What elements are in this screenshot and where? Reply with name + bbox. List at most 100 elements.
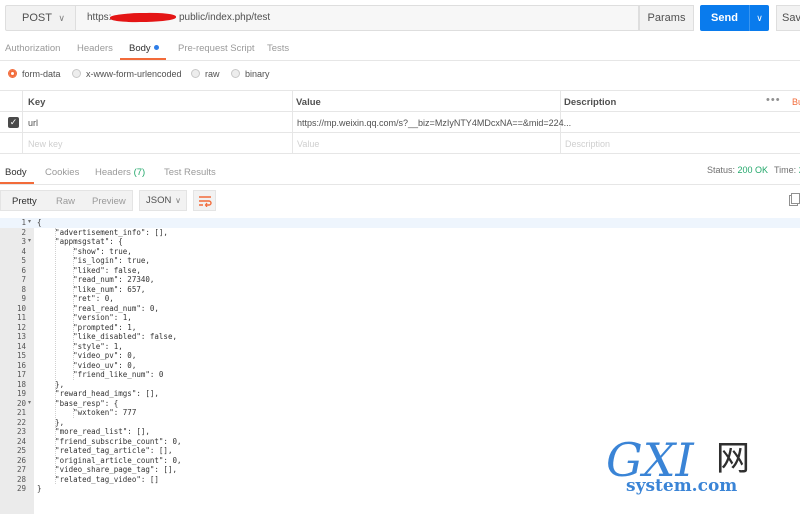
new-description-input[interactable]: Description — [565, 139, 610, 149]
watermark-logo: GXI 网 system.com — [606, 433, 750, 496]
code-line: }, — [37, 379, 65, 389]
indent-guide — [55, 227, 57, 484]
body-type-options: form-data x-www-form-urlencoded raw bina… — [0, 61, 800, 89]
new-value-input[interactable]: Value — [297, 139, 319, 149]
indent-guide — [73, 408, 75, 418]
column-header-key: Key — [28, 97, 46, 108]
view-pretty-button[interactable]: Pretty — [12, 196, 37, 207]
code-line: "related_tag_article": [], — [37, 446, 173, 455]
row-key-input[interactable]: url — [28, 118, 38, 128]
tab-headers[interactable]: Headers — [77, 43, 113, 54]
modified-dot-icon — [153, 45, 159, 50]
row-value-input[interactable]: https://mp.weixin.qq.com/s?__biz=MzIyNTY… — [297, 118, 571, 128]
line-number: 1 — [21, 218, 26, 227]
code-line: "ret": 0, — [37, 294, 114, 303]
line-number: 12 — [16, 322, 26, 332]
radio-icon — [191, 69, 200, 78]
code-line: "video_uv": 0, — [37, 360, 137, 370]
tab-cookies[interactable]: Cookies — [45, 167, 79, 178]
radio-binary[interactable]: binary — [231, 69, 270, 79]
line-number: 10 — [16, 303, 26, 313]
divider — [292, 90, 293, 153]
tab-response-headers[interactable]: Headers (7) — [95, 167, 145, 178]
url-prefix: https: — [87, 12, 112, 23]
tab-label: Headers — [95, 167, 131, 178]
request-tabs: Authorization Headers Body Pre-request S… — [0, 38, 800, 61]
code-line: "prompted": 1, — [37, 322, 137, 332]
more-options-icon[interactable]: ••• — [766, 94, 781, 106]
line-number: 25 — [16, 446, 26, 455]
code-line: } — [37, 484, 42, 493]
divider — [22, 90, 23, 153]
line-number: 18 — [16, 379, 26, 389]
line-number: 19 — [16, 389, 26, 398]
wrap-lines-icon — [199, 196, 212, 207]
tab-test-results[interactable]: Test Results — [164, 167, 216, 178]
radio-form-data[interactable]: form-data — [8, 69, 61, 79]
row-enabled-checkbox[interactable]: ✓ — [8, 117, 19, 128]
method-select[interactable]: POST ∨ — [5, 5, 76, 31]
url-input[interactable]: https: public/index.php/test — [76, 5, 639, 31]
params-button[interactable]: Params — [639, 5, 694, 31]
code-line: "like_disabled": false, — [37, 332, 177, 341]
line-number: 9 — [21, 294, 26, 303]
redaction-mark — [109, 12, 177, 23]
line-number: 15 — [16, 351, 26, 360]
fold-toggle-icon[interactable]: ▾ — [28, 218, 31, 228]
send-options-chevron-icon[interactable]: ∨ — [749, 5, 769, 31]
code-line: "video_share_page_tag": [], — [37, 465, 177, 474]
fold-toggle-icon[interactable]: ▾ — [28, 399, 31, 409]
code-line: "friend_subscribe_count": 0, — [37, 436, 182, 446]
send-button[interactable]: Send — [700, 5, 749, 31]
line-number: 20 — [16, 398, 26, 408]
line-number: 22 — [16, 417, 26, 427]
line-number: 3 — [21, 237, 26, 246]
divider — [0, 132, 800, 133]
active-line-highlight — [0, 218, 800, 228]
line-number: 23 — [16, 427, 26, 436]
tab-response-body[interactable]: Body — [5, 167, 27, 178]
watermark-glyph: 网 — [716, 439, 750, 479]
divider — [0, 90, 800, 91]
view-preview-button[interactable]: Preview — [92, 196, 126, 207]
tab-body[interactable]: Body — [129, 43, 159, 54]
radio-raw[interactable]: raw — [191, 69, 220, 79]
code-line: { — [37, 218, 42, 227]
radio-icon — [72, 69, 81, 78]
column-header-value: Value — [296, 97, 321, 108]
response-time: Time: 2 — [774, 165, 800, 175]
active-tab-indicator — [0, 182, 34, 184]
watermark-domain: system.com — [626, 476, 737, 496]
indent-guide — [73, 246, 75, 380]
method-label: POST — [22, 12, 52, 24]
bulk-edit-link[interactable]: Bu — [792, 97, 800, 107]
format-label: JSON — [146, 195, 172, 206]
line-number: 27 — [16, 465, 26, 474]
save-button[interactable]: Save — [776, 5, 800, 31]
wrap-lines-button[interactable] — [193, 190, 216, 211]
radio-label: raw — [205, 69, 220, 79]
line-number: 21 — [16, 408, 26, 417]
tab-tests[interactable]: Tests — [267, 43, 289, 54]
fold-toggle-icon[interactable]: ▾ — [28, 237, 31, 247]
code-line: "is_login": true, — [37, 256, 150, 265]
response-status: Status: 200 OK — [707, 165, 768, 175]
copy-icon[interactable] — [789, 193, 800, 206]
status-label: Status: — [707, 165, 736, 175]
tab-pre-request-script[interactable]: Pre-request Script — [178, 43, 255, 54]
line-number: 8 — [21, 284, 26, 294]
tab-authorization[interactable]: Authorization — [5, 43, 60, 54]
line-number: 29 — [16, 484, 26, 493]
line-number: 14 — [16, 341, 26, 351]
new-key-input[interactable]: New key — [28, 139, 63, 149]
active-tab-indicator — [120, 58, 166, 60]
line-number: 7 — [21, 275, 26, 284]
line-number: 17 — [16, 370, 26, 379]
line-number: 5 — [21, 256, 26, 265]
radio-x-www-form-urlencoded[interactable]: x-www-form-urlencoded — [72, 69, 182, 79]
code-line: "appmsgstat": { — [37, 237, 123, 246]
format-select[interactable]: JSON ∨ — [139, 190, 187, 211]
code-line: "like_num": 657, — [37, 284, 146, 294]
line-number: 4 — [21, 246, 26, 256]
view-raw-button[interactable]: Raw — [56, 196, 75, 207]
